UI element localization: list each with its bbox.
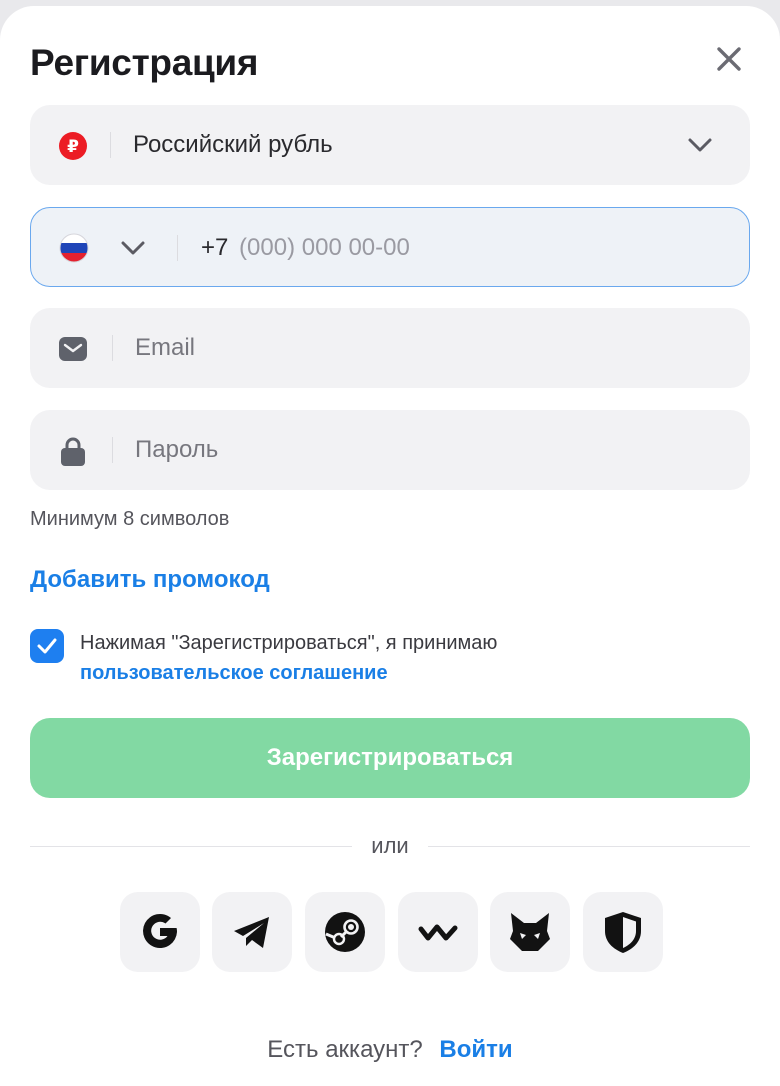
metamask-fox-icon bbox=[510, 913, 550, 951]
close-button[interactable] bbox=[712, 42, 746, 76]
currency-select[interactable]: ₽ Российский рубль bbox=[30, 105, 750, 185]
password-field[interactable]: Пароль bbox=[30, 410, 750, 490]
phone-placeholder: (000) 000 00-00 bbox=[239, 234, 410, 261]
walletconnect-icon bbox=[418, 924, 458, 941]
lock-icon bbox=[58, 436, 88, 466]
checkmark-icon bbox=[37, 638, 57, 654]
walletconnect-login-button[interactable] bbox=[398, 892, 478, 972]
add-promo-link[interactable]: Добавить промокод bbox=[30, 566, 270, 594]
separator bbox=[177, 235, 178, 261]
chevron-down-icon bbox=[688, 138, 712, 152]
email-field[interactable]: Email bbox=[30, 308, 750, 388]
registration-modal: Регистрация ₽ Российский рубль +7 (000) … bbox=[0, 6, 780, 1086]
have-account-text: Есть аккаунт? bbox=[267, 1036, 423, 1063]
page-title: Регистрация bbox=[30, 42, 259, 83]
steam-icon bbox=[325, 912, 365, 952]
password-hint: Минимум 8 символов bbox=[30, 508, 230, 530]
google-icon bbox=[143, 913, 178, 948]
divider-line bbox=[30, 846, 352, 847]
separator bbox=[112, 335, 113, 361]
telegram-login-button[interactable] bbox=[212, 892, 292, 972]
envelope-icon bbox=[58, 334, 88, 364]
login-link[interactable]: Войти bbox=[439, 1036, 512, 1063]
divider-line bbox=[428, 846, 750, 847]
currency-value: Российский рубль bbox=[133, 131, 333, 158]
separator bbox=[112, 437, 113, 463]
phone-field[interactable]: +7 (000) 000 00-00 bbox=[30, 207, 750, 287]
user-agreement-link[interactable]: пользовательское соглашение bbox=[80, 662, 388, 685]
register-button[interactable]: Зарегистрироваться bbox=[30, 718, 750, 798]
ruble-symbol: ₽ bbox=[67, 137, 79, 157]
country-select[interactable] bbox=[31, 208, 171, 286]
password-input[interactable]: Пароль bbox=[135, 436, 218, 464]
footer: Есть аккаунт? Войти bbox=[0, 1036, 780, 1064]
divider-label: или bbox=[371, 833, 409, 858]
metamask-login-button[interactable] bbox=[490, 892, 570, 972]
separator bbox=[110, 132, 111, 158]
telegram-icon bbox=[234, 917, 269, 948]
close-icon bbox=[717, 47, 741, 71]
phone-input[interactable]: +7 (000) 000 00-00 bbox=[201, 234, 410, 262]
secure-login-button[interactable] bbox=[583, 892, 663, 972]
agreement-checkbox[interactable] bbox=[30, 629, 64, 663]
shield-icon bbox=[605, 912, 641, 953]
google-login-button[interactable] bbox=[120, 892, 200, 972]
russia-flag-icon bbox=[59, 233, 89, 263]
chevron-down-icon bbox=[121, 241, 145, 255]
agreement-text: Нажимая "Зарегистрироваться", я принимаю bbox=[80, 632, 498, 654]
phone-prefix: +7 bbox=[201, 234, 229, 261]
ruble-icon: ₽ bbox=[58, 131, 88, 161]
email-input[interactable]: Email bbox=[135, 334, 195, 362]
steam-login-button[interactable] bbox=[305, 892, 385, 972]
